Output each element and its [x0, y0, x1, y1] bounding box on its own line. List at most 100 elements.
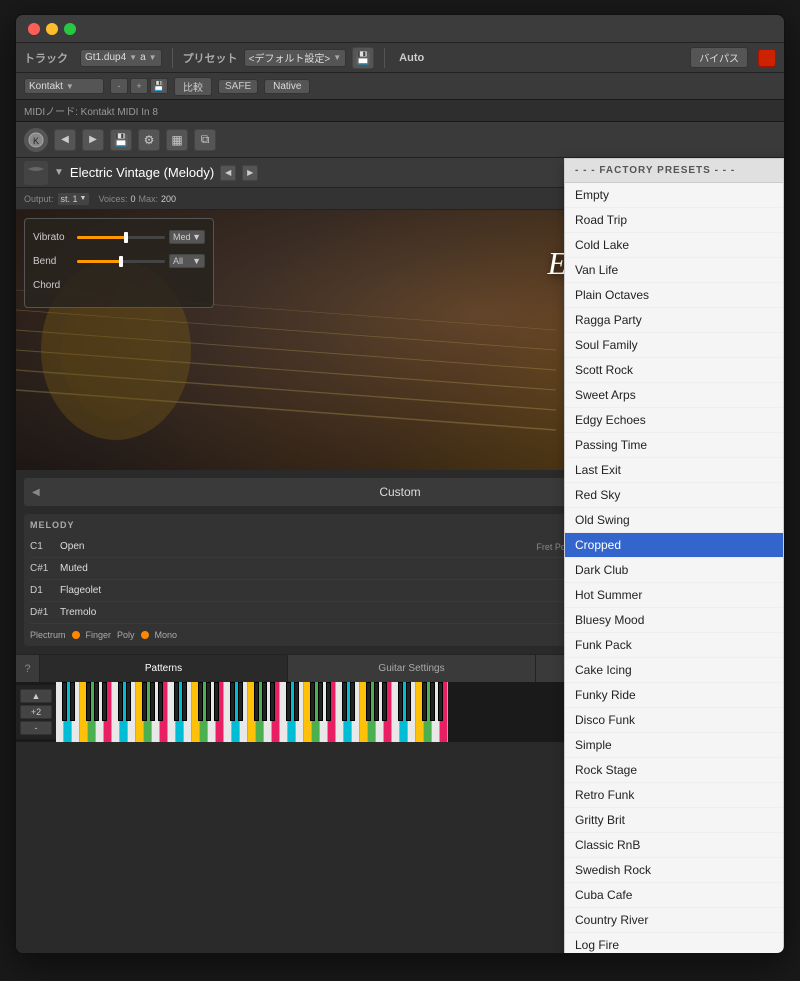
piano-key[interactable] [86, 682, 91, 721]
octave-down-button[interactable]: - [20, 721, 52, 735]
plectrum-radio[interactable] [72, 631, 80, 639]
preset-item[interactable]: Empty [565, 183, 783, 208]
preset-item[interactable]: Cuba Cafe [565, 883, 783, 908]
minus-button[interactable]: - [110, 78, 128, 94]
preset-item[interactable]: Ragga Party [565, 308, 783, 333]
custom-prev-button[interactable]: ◀ [32, 487, 40, 498]
vibrato-slider[interactable] [77, 236, 165, 239]
piano-key[interactable] [206, 682, 211, 721]
preset-item[interactable]: Scott Rock [565, 358, 783, 383]
minimize-button[interactable] [46, 23, 58, 35]
preset-item[interactable]: Bluesy Mood [565, 608, 783, 633]
piano-key[interactable] [230, 682, 235, 721]
piano-key[interactable] [214, 682, 219, 721]
piano-key[interactable] [126, 682, 131, 721]
bend-slider[interactable] [77, 260, 165, 263]
output-dropdown[interactable]: st. 1 ▼ [57, 192, 91, 206]
piano-key[interactable] [406, 682, 411, 721]
piano-key[interactable] [62, 682, 67, 721]
piano-key[interactable] [182, 682, 187, 721]
piano-key[interactable] [422, 682, 427, 721]
piano-key[interactable] [158, 682, 163, 721]
piano-key[interactable] [238, 682, 243, 721]
compare-button[interactable]: 比較 [174, 77, 212, 96]
tab-guitar-settings[interactable]: Guitar Settings [288, 655, 536, 682]
piano-key[interactable] [350, 682, 355, 721]
melody-row[interactable]: D#1 Tremolo [30, 602, 582, 624]
preset-item[interactable]: Cropped [565, 533, 783, 558]
vibrato-mode-dropdown[interactable]: Med ▼ [169, 230, 205, 244]
preset-item[interactable]: Country River [565, 908, 783, 933]
native-button[interactable]: Native [264, 79, 310, 94]
preset-item[interactable]: Van Life [565, 258, 783, 283]
preset-item[interactable]: Simple [565, 733, 783, 758]
nav-save-button[interactable]: 💾 [110, 129, 132, 151]
disk-icon[interactable]: 💾 [352, 47, 374, 69]
inst-prev-button[interactable]: ◀ [220, 165, 236, 181]
piano-key[interactable] [430, 682, 435, 721]
piano-key[interactable] [118, 682, 123, 721]
preset-item[interactable]: Sweet Arps [565, 383, 783, 408]
safe-button[interactable]: SAFE [218, 79, 258, 94]
bend-mode-dropdown[interactable]: All ▼ [169, 254, 205, 268]
nav-grid-button[interactable]: ▦ [166, 129, 188, 151]
piano-key[interactable] [262, 682, 267, 721]
piano-key[interactable] [254, 682, 259, 721]
piano-key[interactable] [366, 682, 371, 721]
preset-item[interactable]: Red Sky [565, 483, 783, 508]
preset-item[interactable]: Plain Octaves [565, 283, 783, 308]
preset-item[interactable]: Old Swing [565, 508, 783, 533]
prev-button[interactable]: ◀ [54, 129, 76, 151]
piano-key[interactable] [270, 682, 275, 721]
piano-key[interactable] [318, 682, 323, 721]
preset-dropdown-btn[interactable]: <デフォルト設定> ▼ [244, 49, 347, 67]
preset-item[interactable]: Retro Funk [565, 783, 783, 808]
tab-patterns[interactable]: Patterns [40, 655, 288, 682]
preset-item[interactable]: Soul Family [565, 333, 783, 358]
piano-key[interactable] [382, 682, 387, 721]
piano-key[interactable] [374, 682, 379, 721]
piano-key[interactable] [142, 682, 147, 721]
piano-key[interactable] [438, 682, 443, 721]
preset-item[interactable]: Disco Funk [565, 708, 783, 733]
preset-item[interactable]: Dark Club [565, 558, 783, 583]
preset-item[interactable]: Funky Ride [565, 683, 783, 708]
piano-key[interactable] [102, 682, 107, 721]
nav-settings-button[interactable]: ⚙ [138, 129, 160, 151]
preset-item[interactable]: Cold Lake [565, 233, 783, 258]
preset-dropdown[interactable]: - - - FACTORY PRESETS - - -EmptyRoad Tri… [564, 158, 784, 954]
save-icon[interactable]: 💾 [150, 78, 168, 94]
track-dropdown[interactable]: Gt1.dup4 ▼ a ▼ [80, 49, 162, 67]
preset-item[interactable]: Last Exit [565, 458, 783, 483]
piano-key[interactable] [94, 682, 99, 721]
melody-row[interactable]: C1 Open Fret Pos4 [30, 536, 582, 558]
piano-key[interactable] [198, 682, 203, 721]
bypass-button[interactable]: バイパス [690, 47, 748, 68]
inst-next-button[interactable]: ▶ [242, 165, 258, 181]
preset-item[interactable]: Funk Pack [565, 633, 783, 658]
preset-item[interactable]: Cake Icing [565, 658, 783, 683]
next-button[interactable]: ▶ [82, 129, 104, 151]
melody-row[interactable]: D1 Flageolet [30, 580, 582, 602]
nav-view-button[interactable]: ⧉ [194, 129, 216, 151]
plus-button[interactable]: + [130, 78, 148, 94]
piano-key[interactable] [398, 682, 403, 721]
preset-item[interactable]: Rock Stage [565, 758, 783, 783]
maximize-button[interactable] [64, 23, 76, 35]
piano-key[interactable] [326, 682, 331, 721]
octave-up-button[interactable]: ▲ [20, 689, 52, 703]
preset-item[interactable]: Hot Summer [565, 583, 783, 608]
preset-item[interactable]: Swedish Rock [565, 858, 783, 883]
preset-item[interactable]: Classic RnB [565, 833, 783, 858]
preset-item[interactable]: Passing Time [565, 433, 783, 458]
preset-item[interactable]: Road Trip [565, 208, 783, 233]
piano-key[interactable] [294, 682, 299, 721]
piano-key[interactable] [286, 682, 291, 721]
piano-key[interactable] [150, 682, 155, 721]
preset-item[interactable]: Log Fire [565, 933, 783, 954]
poly-radio[interactable] [141, 631, 149, 639]
expand-arrow[interactable]: ▼ [54, 167, 64, 178]
piano-key[interactable] [342, 682, 347, 721]
piano-key[interactable] [174, 682, 179, 721]
preset-item[interactable]: Gritty Brit [565, 808, 783, 833]
